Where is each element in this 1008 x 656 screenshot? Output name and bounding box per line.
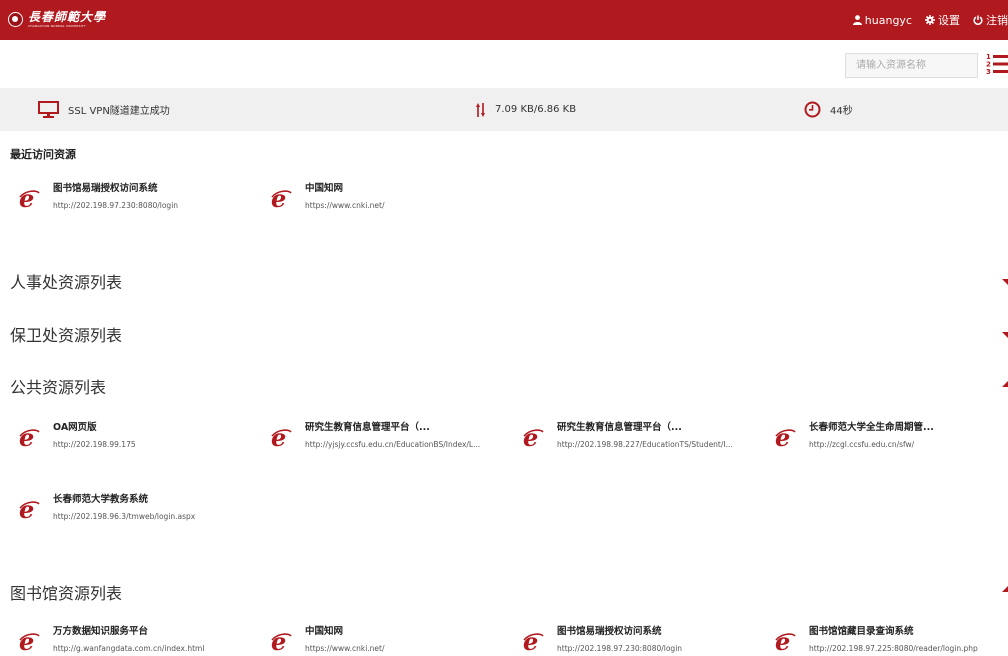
resource-item[interactable]: e 图书馆易瑞授权访问系统 http://202.198.97.230:8080… [522,626,682,654]
ie-icon: e [775,427,796,449]
up-down-arrows-icon [476,102,485,117]
resource-name: 中国知网 [305,626,344,637]
resource-url: http://202.198.99.175 [53,440,136,449]
top-bar: 長春師範大學 CHANGCHUN NORMAL UNIVERSITY huang… [0,0,1008,40]
chevron-up-icon[interactable] [1000,381,1008,389]
gear-icon [925,15,935,25]
ie-icon: e [19,188,40,210]
resource-name: OA网页版 [53,422,97,433]
resource-search-input[interactable] [845,53,978,78]
resource-url: http://202.198.97.230:8080/login [53,201,179,210]
ie-icon: e [271,188,292,210]
university-seal-icon [8,12,23,27]
resource-name: 长春师范大学全生命周期管... [809,422,934,433]
svg-text:3: 3 [986,68,991,76]
resource-name: 图书馆易瑞授权访问系统 [557,626,662,637]
recent-resource-item[interactable]: e 图书馆易瑞授权访问系统 http://202.198.97.230:8080… [18,183,178,211]
ie-icon: e [271,631,292,653]
ie-icon: e [523,427,544,449]
resource-item[interactable]: e OA网页版 http://202.198.99.175 [18,422,136,450]
section-title-public[interactable]: 公共资源列表 [10,374,106,398]
ie-icon: e [19,499,40,521]
resource-name: 中国知网 [305,183,344,194]
chevron-down-icon[interactable] [1000,330,1008,338]
resource-url: http://g.wanfangdata.com.cn/index.html [53,644,205,653]
resource-name: 长春师范大学教务系统 [53,494,149,505]
ie-icon: e [271,427,292,449]
settings-label: 设置 [938,14,960,27]
resource-name: 图书馆易瑞授权访问系统 [53,183,158,194]
resource-item[interactable]: e 长春师范大学教务系统 http://202.198.96.3/tmweb/l… [18,494,195,522]
resource-item[interactable]: e 研究生教育信息管理平台（... http://yjsjy.ccsfu.edu… [270,422,480,450]
university-logo[interactable]: 長春師範大學 CHANGCHUN NORMAL UNIVERSITY [8,11,106,28]
ie-icon: e [523,631,544,653]
logout-button[interactable]: 注销 [973,12,1008,28]
logout-label: 注销 [986,14,1008,27]
user-menu[interactable]: huangyc [852,13,912,27]
settings-button[interactable]: 设置 [925,12,960,28]
ie-icon: e [775,631,796,653]
traffic-text: 7.09 KB/6.86 KB [495,104,577,115]
section-title-library[interactable]: 图书馆资源列表 [10,580,122,604]
resource-url: http://yjsjy.ccsfu.edu.cn/EducationBS/In… [305,440,481,449]
resource-name: 研究生教育信息管理平台（... [557,422,682,433]
monitor-icon [38,101,59,118]
connection-time-text: 44秒 [830,106,853,117]
clock-icon [804,101,821,118]
resource-url: http://202.198.97.225:8080/reader/login.… [809,644,978,653]
vpn-status: SSL VPN隧道建立成功 [38,88,170,131]
power-icon [973,15,983,25]
resource-url: http://202.198.97.230:8080/login [557,644,683,653]
resource-url: http://zcgl.ccsfu.edu.cn/sfw/ [809,440,915,449]
connection-status-bar: SSL VPN隧道建立成功 7.09 KB/6.86 KB 44秒 [0,88,1008,131]
recent-resources-title: 最近访问资源 [10,148,76,161]
traffic-status: 7.09 KB/6.86 KB [475,88,576,131]
recent-resource-item[interactable]: e 中国知网 https://www.cnki.net/ [270,183,385,211]
resource-item[interactable]: e 万方数据知识服务平台 http://g.wanfangdata.com.cn… [18,626,204,654]
chevron-up-icon[interactable] [1000,586,1008,594]
resource-name: 图书馆馆藏目录查询系统 [809,626,914,637]
resource-name: 万方数据知识服务平台 [53,626,149,637]
vpn-status-text: SSL VPN隧道建立成功 [68,106,170,117]
resource-name: 研究生教育信息管理平台（... [305,422,430,433]
resource-url: http://202.198.98.227/EducationTS/Studen… [557,440,733,449]
section-title-security[interactable]: 保卫处资源列表 [10,322,122,346]
resource-item[interactable]: e 长春师范大学全生命周期管... http://zcgl.ccsfu.edu.… [774,422,934,450]
resource-item[interactable]: e 中国知网 https://www.cnki.net/ [270,626,385,654]
logo-text-cn: 長春師範大學 [28,10,107,24]
resource-item[interactable]: e 研究生教育信息管理平台（... http://202.198.98.227/… [522,422,733,450]
ie-icon: e [19,631,40,653]
resource-url: https://www.cnki.net/ [305,644,385,653]
resource-url: https://www.cnki.net/ [305,201,385,210]
chevron-down-icon[interactable] [1000,277,1008,285]
resource-url: http://202.198.96.3/tmweb/login.aspx [53,512,196,521]
logo-text-en: CHANGCHUN NORMAL UNIVERSITY [28,24,86,28]
resource-item[interactable]: e 图书馆馆藏目录查询系统 http://202.198.97.225:8080… [774,626,978,654]
section-title-personnel[interactable]: 人事处资源列表 [10,269,122,293]
ordered-list-icon[interactable]: 1 2 3 [986,51,1008,79]
ie-icon: e [19,427,40,449]
connection-time-status: 44秒 [804,88,853,131]
username-label: huangyc [864,13,912,27]
user-icon [852,15,862,25]
